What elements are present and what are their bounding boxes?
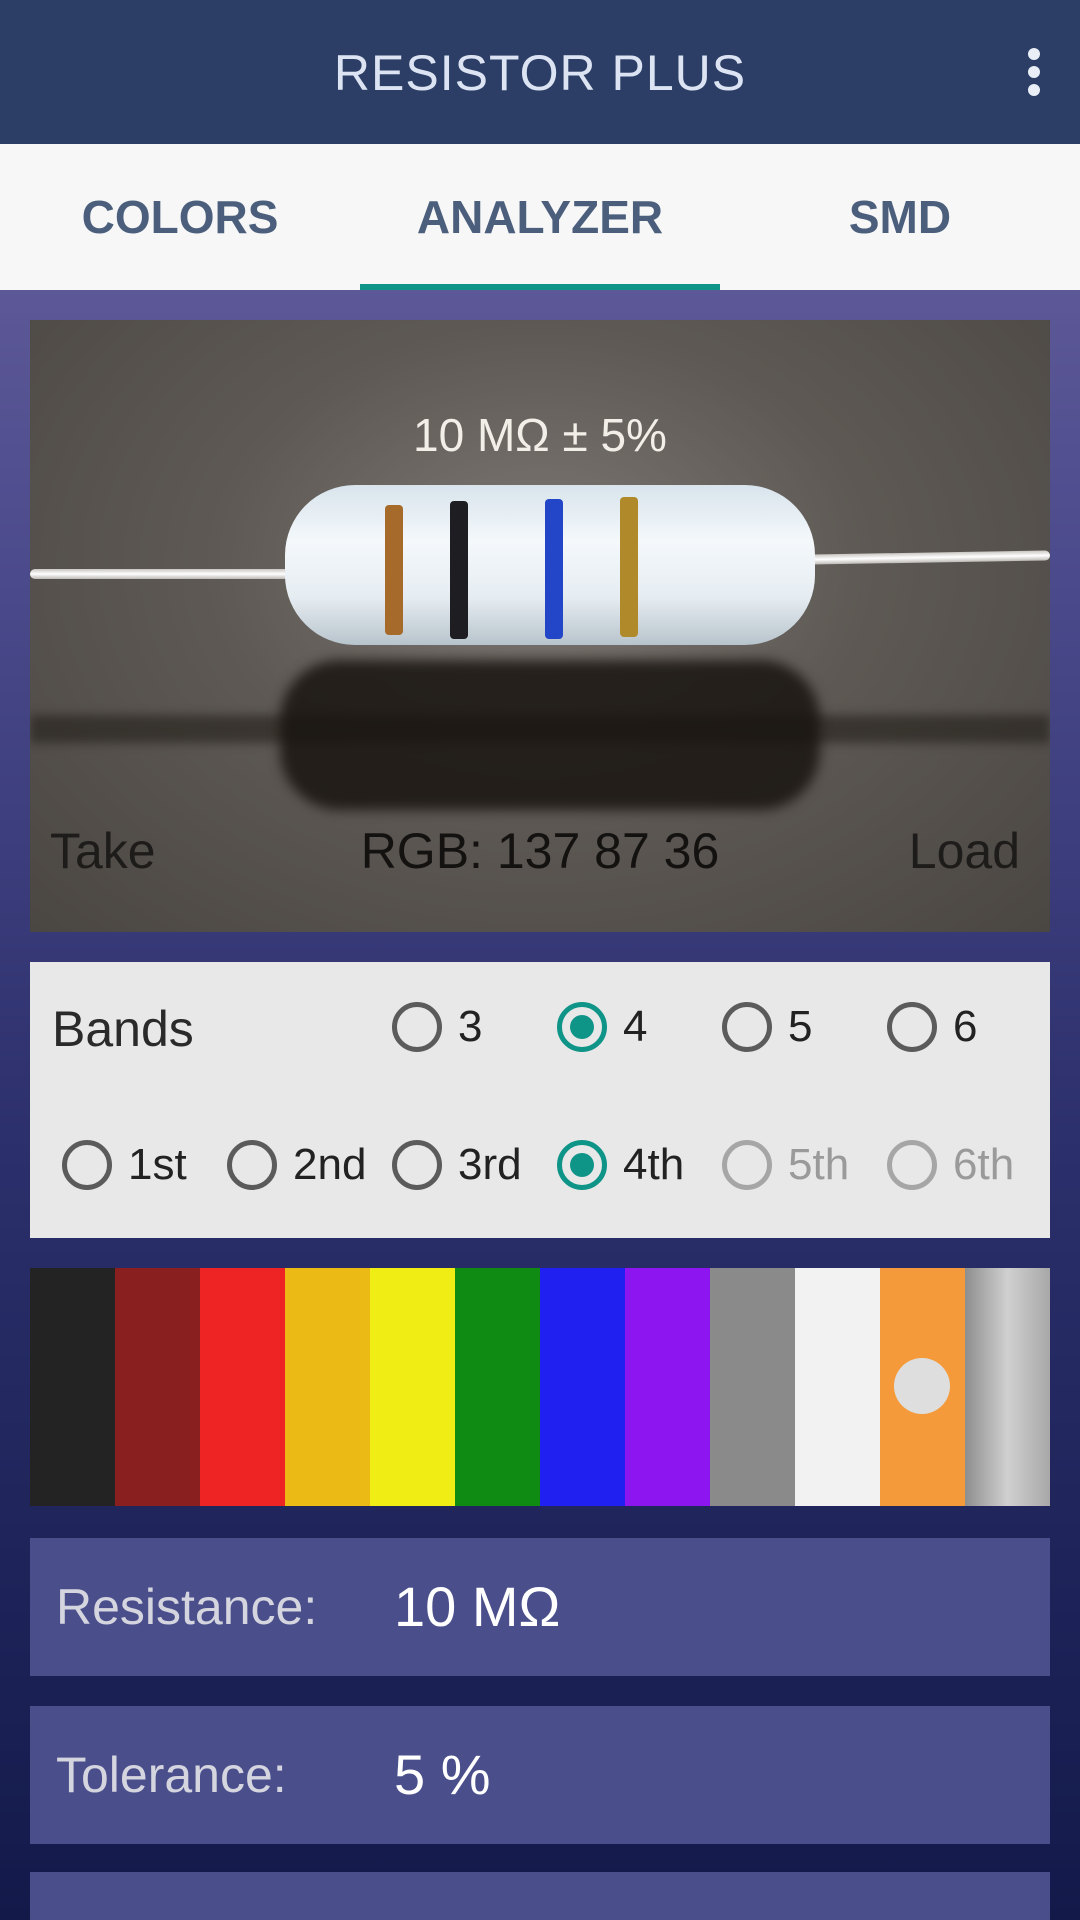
color-swatch-5[interactable] (370, 1268, 455, 1506)
band-count-5-radio[interactable]: 5 (722, 1002, 812, 1052)
detected-value-label: 10 MΩ ± 5% (413, 409, 667, 461)
tolerance-value: 5 % (394, 1743, 491, 1806)
band-count-label: 5 (788, 1002, 813, 1051)
resistance-label: Resistance: (56, 1579, 318, 1635)
color-swatch-12[interactable] (965, 1268, 1050, 1506)
color-palette (30, 1268, 1050, 1506)
next-card (30, 1872, 1050, 1920)
resistor-band-1 (385, 505, 403, 635)
band-select-5th-radio[interactable]: 5th (722, 1140, 849, 1190)
bands-panel: Bands 3 4 5 6 1st 2nd 3rd 4th 5th 6th (30, 962, 1050, 1238)
color-swatch-1[interactable] (30, 1268, 115, 1506)
radio-circle (62, 1140, 112, 1190)
tab-analyzer[interactable]: ANALYZER (360, 144, 720, 290)
app-bar: RESISTOR PLUS (0, 0, 1080, 144)
band-select-label: 5th (788, 1140, 850, 1189)
band-select-label: 2nd (293, 1140, 367, 1189)
color-swatch-4[interactable] (285, 1268, 370, 1506)
radio-circle (392, 1140, 442, 1190)
tolerance-card: Tolerance: 5 % (30, 1706, 1050, 1844)
radio-circle (722, 1002, 772, 1052)
color-swatch-10[interactable] (795, 1268, 880, 1506)
radio-circle (392, 1002, 442, 1052)
band-count-label: 6 (953, 1002, 978, 1051)
radio-circle (557, 1002, 607, 1052)
band-select-label: 4th (623, 1140, 685, 1189)
tab-analyzer-label: ANALYZER (416, 191, 664, 243)
band-count-6-radio[interactable]: 6 (887, 1002, 977, 1052)
resistor-band-3 (545, 499, 563, 639)
resistor-band-2 (450, 501, 468, 639)
resistor-shadow (280, 660, 820, 810)
band-count-label: 3 (458, 1002, 483, 1051)
band-select-3rd-radio[interactable]: 3rd (392, 1140, 522, 1190)
rgb-readout: RGB: 137 87 36 (360, 823, 720, 879)
radio-circle (557, 1140, 607, 1190)
band-select-4th-radio[interactable]: 4th (557, 1140, 684, 1190)
color-swatch-9[interactable] (710, 1268, 795, 1506)
band-select-label: 3rd (458, 1140, 522, 1189)
tolerance-label: Tolerance: (56, 1747, 287, 1803)
color-swatch-11[interactable] (880, 1268, 965, 1506)
bands-label: Bands (52, 1001, 194, 1057)
tab-smd[interactable]: SMD (720, 144, 1080, 290)
resistance-value: 10 MΩ (394, 1575, 561, 1638)
band-select-label: 1st (128, 1140, 187, 1189)
selected-color-knob[interactable] (894, 1358, 950, 1414)
load-button[interactable]: Load (909, 822, 1020, 880)
band-count-4-radio[interactable]: 4 (557, 1002, 647, 1052)
radio-circle (227, 1140, 277, 1190)
band-count-label: 4 (623, 1002, 648, 1051)
radio-circle (722, 1140, 772, 1190)
tab-colors-label: COLORS (81, 191, 279, 243)
band-select-label: 6th (953, 1140, 1015, 1189)
band-select-6th-radio[interactable]: 6th (887, 1140, 1014, 1190)
radio-circle (887, 1002, 937, 1052)
radio-circle (887, 1140, 937, 1190)
band-select-1st-radio[interactable]: 1st (62, 1140, 187, 1190)
resistor-band-4 (620, 497, 638, 637)
tab-colors[interactable]: COLORS (0, 144, 360, 290)
camera-preview[interactable]: 10 MΩ ± 5% Take RGB: 137 87 36 Load (30, 320, 1050, 932)
color-swatch-7[interactable] (540, 1268, 625, 1506)
app-root: RESISTOR PLUS COLORS ANALYZER SMD 10 MΩ … (0, 0, 1080, 1920)
resistor-body (285, 485, 815, 645)
tab-active-indicator (360, 284, 720, 290)
color-swatch-2[interactable] (115, 1268, 200, 1506)
color-swatch-8[interactable] (625, 1268, 710, 1506)
color-swatch-3[interactable] (200, 1268, 285, 1506)
app-title: RESISTOR PLUS (333, 45, 747, 101)
color-swatch-6[interactable] (455, 1268, 540, 1506)
more-vert-icon[interactable] (1024, 48, 1044, 96)
band-select-2nd-radio[interactable]: 2nd (227, 1140, 366, 1190)
band-count-3-radio[interactable]: 3 (392, 1002, 482, 1052)
resistance-card: Resistance: 10 MΩ (30, 1538, 1050, 1676)
tab-smd-label: SMD (848, 191, 952, 243)
tab-bar: COLORS ANALYZER SMD (0, 144, 1080, 290)
